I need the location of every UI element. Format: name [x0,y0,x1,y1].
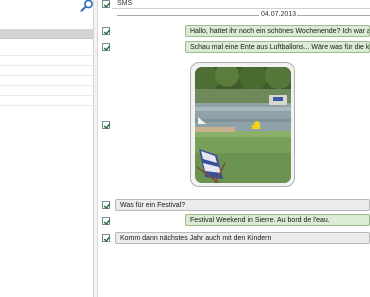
outgoing-message[interactable]: Festival Weekend in Sierre. Au bord de l… [185,214,370,226]
outgoing-message[interactable]: Schau mal eine Ente aus Luftballons... W… [185,41,370,53]
date-separator: 04.07.2013 [261,11,297,18]
message-checkbox[interactable] [102,27,111,36]
checkmark-icon [103,219,111,226]
message-thread-pane: SMS 04.07.2013 Hallo, hattet ihr noch ei… [98,0,370,297]
messages-window: SMS 04.07.2013 Hallo, hattet ihr noch ei… [0,0,370,297]
search-icon[interactable] [80,0,94,12]
incoming-message[interactable]: Komm dann nächstes Jahr auch mit den Kin… [115,232,370,244]
conversation-list-item[interactable] [0,86,93,96]
conversation-list-item[interactable] [0,46,93,56]
checkmark-icon [103,29,111,36]
conversation-list-pane [0,0,94,297]
photo-duck-balloon-lake-icon[interactable] [195,67,291,183]
conversation-list-item[interactable] [0,29,93,39]
checkmark-icon [103,203,111,210]
header-divider [112,8,370,9]
message-checkbox[interactable] [102,121,111,130]
message-checkbox[interactable] [102,201,111,210]
checkmark-icon [103,123,111,130]
photo-message[interactable] [190,62,295,187]
date-separator-line [117,15,259,16]
outgoing-message[interactable]: Hallo, hattet ihr noch ein schönes Woche… [185,25,370,37]
date-separator-line [297,15,370,16]
incoming-message[interactable]: Was für ein Festival? [115,199,370,211]
conversation-list-item[interactable] [0,66,93,76]
photo-bubble-tail [198,117,206,124]
conversation-list-item[interactable] [0,96,93,106]
message-checkbox[interactable] [102,43,111,52]
conversation-list-item[interactable] [0,56,93,66]
checkmark-icon [103,45,111,52]
conversation-list-item[interactable] [0,76,93,86]
message-checkbox[interactable] [102,217,111,226]
checkmark-icon [103,236,111,243]
thread-type-label: SMS [117,0,133,7]
checkmark-icon [103,2,111,9]
select-all-checkbox[interactable] [102,0,111,9]
message-checkbox[interactable] [102,234,111,243]
